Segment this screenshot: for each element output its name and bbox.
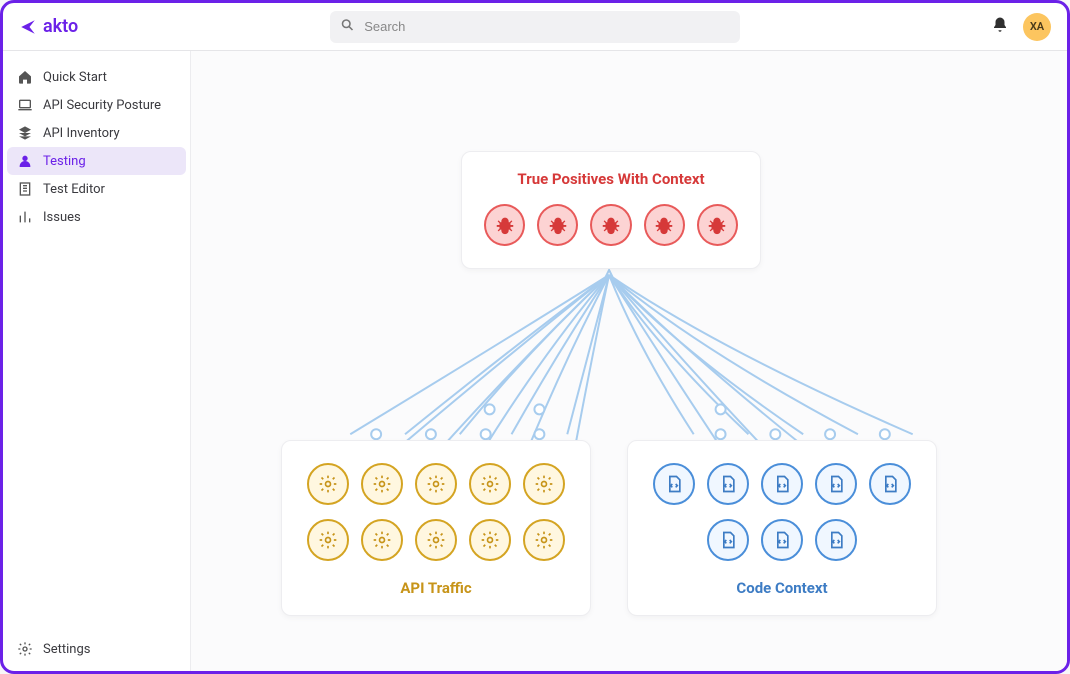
bug-node xyxy=(537,204,578,246)
api-node xyxy=(415,463,457,505)
gear-icon xyxy=(426,530,446,550)
building-icon xyxy=(17,181,33,197)
code-context-title: Code Context xyxy=(648,579,916,597)
true-positives-card: True Positives With Context xyxy=(461,151,761,269)
gear-icon xyxy=(480,530,500,550)
gear-icon xyxy=(372,474,392,494)
api-node-grid xyxy=(302,463,570,561)
home-icon xyxy=(17,69,33,85)
api-node xyxy=(307,463,349,505)
code-file-icon xyxy=(772,530,792,550)
bug-icon xyxy=(600,214,622,236)
sidebar: Quick Start API Security Posture API Inv… xyxy=(3,51,191,671)
header: akto XA xyxy=(3,3,1067,51)
user-icon xyxy=(17,153,33,169)
code-context-card: Code Context xyxy=(627,440,937,616)
sidebar-item-label: Quick Start xyxy=(43,70,107,85)
laptop-icon xyxy=(17,97,33,113)
search-input[interactable] xyxy=(330,11,740,43)
gear-icon xyxy=(318,530,338,550)
gear-icon xyxy=(480,474,500,494)
api-node xyxy=(469,463,511,505)
gear-icon xyxy=(17,641,33,657)
true-positives-title: True Positives With Context xyxy=(484,170,738,188)
sidebar-footer: Settings xyxy=(3,631,190,671)
code-node xyxy=(707,519,749,561)
sidebar-item-label: Test Editor xyxy=(43,182,105,197)
diagram: True Positives With Context xyxy=(191,51,1067,671)
user-avatar[interactable]: XA xyxy=(1023,13,1051,41)
gear-icon xyxy=(534,530,554,550)
bars-icon xyxy=(17,209,33,225)
code-file-icon xyxy=(664,474,684,494)
sidebar-item-testing[interactable]: Testing xyxy=(7,147,186,175)
api-node xyxy=(361,519,403,561)
gear-icon xyxy=(318,474,338,494)
header-right: XA xyxy=(991,13,1051,41)
search-icon xyxy=(340,17,355,36)
code-file-icon xyxy=(718,530,738,550)
api-traffic-title: API Traffic xyxy=(302,579,570,597)
logo[interactable]: akto xyxy=(19,16,78,37)
api-traffic-card: API Traffic xyxy=(281,440,591,616)
code-node-grid xyxy=(648,463,916,561)
sidebar-item-api-security-posture[interactable]: API Security Posture xyxy=(3,91,190,119)
bug-icon xyxy=(653,214,675,236)
node-row xyxy=(307,463,565,505)
bug-node xyxy=(644,204,685,246)
code-file-icon xyxy=(826,530,846,550)
code-node xyxy=(761,463,803,505)
api-node xyxy=(523,463,565,505)
node-row xyxy=(307,519,565,561)
bug-icon xyxy=(547,214,569,236)
code-node xyxy=(869,463,911,505)
api-node xyxy=(361,463,403,505)
code-file-icon xyxy=(880,474,900,494)
code-node xyxy=(815,463,857,505)
sidebar-item-label: API Inventory xyxy=(43,126,120,141)
logo-arrow-icon xyxy=(19,18,37,36)
sidebar-item-label: API Security Posture xyxy=(43,98,161,113)
sidebar-item-api-inventory[interactable]: API Inventory xyxy=(3,119,190,147)
code-node xyxy=(707,463,749,505)
body: Quick Start API Security Posture API Inv… xyxy=(3,51,1067,671)
gear-icon xyxy=(372,530,392,550)
code-node xyxy=(761,519,803,561)
node-row xyxy=(653,463,911,505)
code-node xyxy=(653,463,695,505)
sidebar-item-label: Issues xyxy=(43,210,81,225)
bug-row xyxy=(484,204,738,246)
api-node xyxy=(307,519,349,561)
gear-icon xyxy=(426,474,446,494)
bug-node xyxy=(697,204,738,246)
sidebar-item-quick-start[interactable]: Quick Start xyxy=(3,63,190,91)
gear-icon xyxy=(534,474,554,494)
sidebar-item-test-editor[interactable]: Test Editor xyxy=(3,175,190,203)
avatar-initials: XA xyxy=(1030,20,1044,33)
app-frame: akto XA Quick Start xyxy=(0,0,1070,674)
layers-icon xyxy=(17,125,33,141)
brand-text: akto xyxy=(43,16,78,37)
sidebar-item-label: Testing xyxy=(43,154,86,169)
bug-icon xyxy=(706,214,728,236)
main-canvas: True Positives With Context xyxy=(191,51,1067,671)
api-node xyxy=(523,519,565,561)
code-file-icon xyxy=(718,474,738,494)
bug-node xyxy=(484,204,525,246)
bug-node xyxy=(590,204,631,246)
node-row xyxy=(707,519,857,561)
sidebar-item-settings[interactable]: Settings xyxy=(17,641,176,657)
api-node xyxy=(469,519,511,561)
api-node xyxy=(415,519,457,561)
settings-label: Settings xyxy=(43,642,90,657)
code-file-icon xyxy=(772,474,792,494)
sidebar-item-issues[interactable]: Issues xyxy=(3,203,190,231)
bug-icon xyxy=(494,214,516,236)
search-container xyxy=(330,11,740,43)
notifications-bell-icon[interactable] xyxy=(991,16,1009,38)
code-file-icon xyxy=(826,474,846,494)
code-node xyxy=(815,519,857,561)
